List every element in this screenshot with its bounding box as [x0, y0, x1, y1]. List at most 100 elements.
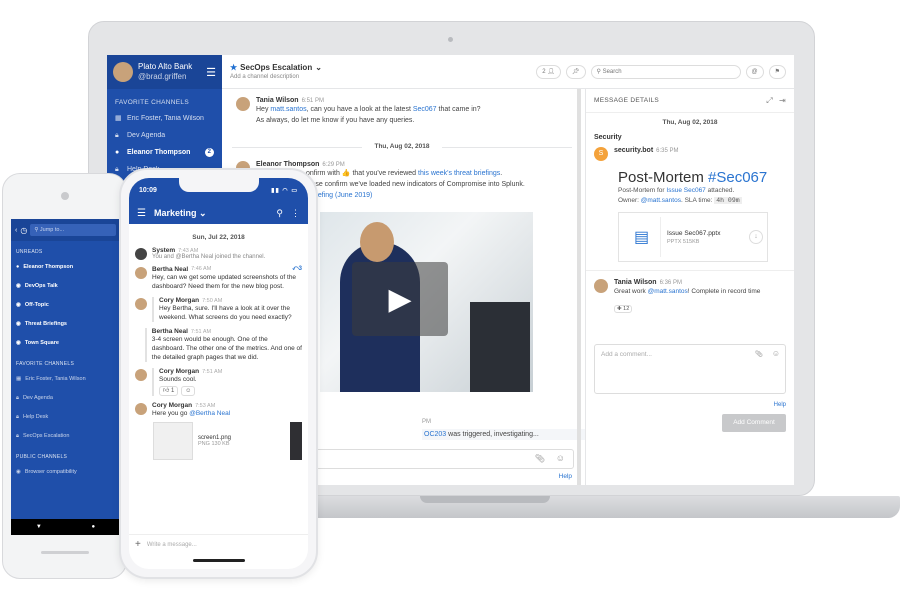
post: System 7:43 AM You and @Bertha Neal joine…: [129, 247, 308, 260]
reaction-count: 12: [623, 306, 630, 312]
post-author[interactable]: Cory Morgan: [152, 402, 192, 409]
mention-link[interactable]: @Bertha Neal: [189, 410, 230, 417]
close-panel-icon[interactable]: ⇥: [779, 96, 786, 106]
avatar[interactable]: [236, 97, 250, 111]
avatar[interactable]: [113, 62, 133, 82]
back-icon[interactable]: ‹: [15, 227, 17, 234]
avatar[interactable]: [594, 279, 608, 293]
avatar[interactable]: [135, 267, 147, 279]
mention-icon[interactable]: @: [745, 64, 764, 79]
emoji-icon[interactable]: ☺: [772, 349, 780, 358]
channel-item[interactable]: ◉ Town Square: [11, 334, 120, 353]
speaker-head: [360, 222, 394, 262]
file-attachment[interactable]: ▤ Issue Sec067.pptx PPTX 515KB ↓: [618, 212, 768, 262]
system-avatar: [135, 248, 147, 260]
post-author[interactable]: Cory Morgan: [159, 368, 199, 375]
reaction-chip[interactable]: 👍︎ 1: [159, 386, 179, 396]
post-time: 6:35 PM: [656, 148, 679, 154]
pinned-icon[interactable]: 📌︎: [565, 64, 586, 79]
mention-link[interactable]: matt.santos: [270, 106, 306, 113]
post: Cory Morgan 7:50 AM Hey Bertha, sure. I'l…: [129, 297, 308, 322]
bot-avatar[interactable]: S: [594, 147, 608, 161]
star-icon[interactable]: ★: [230, 63, 237, 72]
flag-icon[interactable]: ⚑: [768, 64, 786, 79]
emoji-icon[interactable]: ☺: [556, 453, 565, 463]
comment-input[interactable]: Add a comment... 📎︎ ☺: [594, 344, 786, 394]
jump-to-placeholder: Jump to...: [39, 227, 65, 233]
avatar[interactable]: [135, 298, 147, 310]
message-details-panel: MESSAGE DETAILS ⤢ ⇥ Thu, Aug 02, 2018 Sec…: [585, 89, 794, 485]
attachment-icon[interactable]: 📎︎: [755, 350, 763, 358]
post-author[interactable]: Eleanor Thompson: [256, 161, 319, 168]
file-name: Issue Sec067.pptx: [667, 229, 721, 237]
channel-title[interactable]: ★ SecOps Escalation ⌄: [230, 63, 322, 72]
mention-link[interactable]: @matt.santos: [648, 288, 688, 295]
channel-item[interactable]: ▦ Eric Foster, Tania Wilson: [11, 370, 120, 389]
channel-title[interactable]: Marketing ⌄: [154, 208, 207, 219]
back-nav-icon[interactable]: ▼: [36, 524, 42, 530]
channel-item[interactable]: ◉ DevOps Talk: [11, 277, 120, 296]
post-text: Here you go @Bertha Neal: [152, 410, 231, 417]
issue-link[interactable]: OC203: [424, 431, 446, 438]
channel-item[interactable]: ◉ Threat Briefings: [11, 315, 120, 334]
more-options-icon[interactable]: ⋮: [291, 208, 300, 219]
hashtag-link[interactable]: #Sec067: [708, 169, 767, 186]
channel-description[interactable]: Add a channel description: [230, 74, 322, 80]
attachment-icon[interactable]: 📎︎: [535, 454, 545, 463]
link[interactable]: this week's threat briefings: [418, 170, 500, 177]
chevron-down-icon[interactable]: ⌄: [315, 63, 322, 72]
post-author[interactable]: security.bot: [614, 147, 653, 154]
avatar[interactable]: [135, 403, 147, 415]
sidebar-item-dev-agenda[interactable]: 🔒︎ Dev Agenda: [107, 127, 222, 144]
channel-link[interactable]: Sec067: [413, 106, 437, 113]
channel-item[interactable]: 🔒︎ SecOps Escalation: [11, 427, 120, 446]
file-icon: ▤: [623, 217, 661, 257]
team-header[interactable]: Plato Alto Bank @brad.griffen ☰: [107, 55, 222, 89]
message-input[interactable]: + Write a message...: [129, 534, 308, 554]
help-link[interactable]: Help: [559, 473, 572, 480]
add-reaction-icon[interactable]: ☺: [181, 386, 196, 396]
jump-to-input[interactable]: ⚲ Jump to...: [30, 224, 116, 236]
channel-item[interactable]: 🔒︎ Help Desk: [11, 408, 120, 427]
plus-icon[interactable]: +: [135, 539, 141, 550]
laptop-notch: [420, 496, 550, 503]
post-text: Post-Mortem for Issue Sec067 attached.: [618, 187, 735, 194]
sidebar-item-eleanor-thompson[interactable]: ● Eleanor Thompson 2: [107, 144, 222, 161]
channel-item[interactable]: ◉ Off-Topic: [11, 296, 120, 315]
add-comment-button[interactable]: Add Comment: [722, 414, 786, 432]
post-author[interactable]: Bertha Neal: [152, 266, 188, 273]
search-input[interactable]: ⚲ Search: [590, 64, 741, 79]
avatar[interactable]: [135, 369, 147, 381]
hamburger-menu-icon[interactable]: ☰: [206, 66, 216, 79]
scrollbar[interactable]: [577, 89, 581, 485]
user-icon: ●: [115, 149, 120, 156]
issue-link[interactable]: Issue Sec067: [666, 187, 705, 194]
post-author[interactable]: Bertha Neal: [152, 328, 188, 335]
mention-link[interactable]: @matt.santos: [641, 197, 681, 204]
post-author: System: [152, 247, 176, 254]
post-author[interactable]: Tania Wilson: [614, 279, 657, 286]
globe-icon: ◉: [16, 302, 21, 308]
hamburger-menu-icon[interactable]: ☰: [137, 208, 146, 219]
post: Tania Wilson 6:51 PM Hey matt.santos, can…: [236, 97, 481, 126]
reply-count-button[interactable]: ⤺3: [292, 266, 302, 273]
sidebar-item-eric-tania[interactable]: ▦ Eric Foster, Tania Wilson: [107, 110, 222, 127]
status-time: 10:09: [139, 186, 157, 194]
post-author[interactable]: Tania Wilson: [256, 97, 299, 104]
reaction-chip[interactable]: ✚ 12: [614, 305, 633, 313]
member-count-button[interactable]: 2 👤︎: [536, 64, 561, 79]
video-player[interactable]: ▶: [320, 212, 533, 392]
expand-icon[interactable]: ⤢: [766, 96, 773, 106]
unreads-label: UNREADS: [16, 249, 43, 255]
channel-item[interactable]: 🔒︎ Dev Agenda: [11, 389, 120, 408]
home-nav-icon[interactable]: ●: [92, 524, 96, 530]
search-icon[interactable]: ⚲: [276, 208, 283, 219]
channel-item[interactable]: ● Eleanor Thompson: [11, 258, 120, 277]
download-icon[interactable]: ↓: [749, 230, 763, 244]
channel-item[interactable]: ◉ Browser compatibility: [11, 463, 120, 482]
file-attachment[interactable]: screen1.png PNG 130 KB: [153, 422, 302, 460]
post-author[interactable]: Cory Morgan: [159, 297, 199, 304]
play-icon[interactable]: ▶: [352, 262, 448, 336]
home-indicator[interactable]: [193, 559, 245, 562]
help-link[interactable]: Help: [774, 402, 786, 408]
